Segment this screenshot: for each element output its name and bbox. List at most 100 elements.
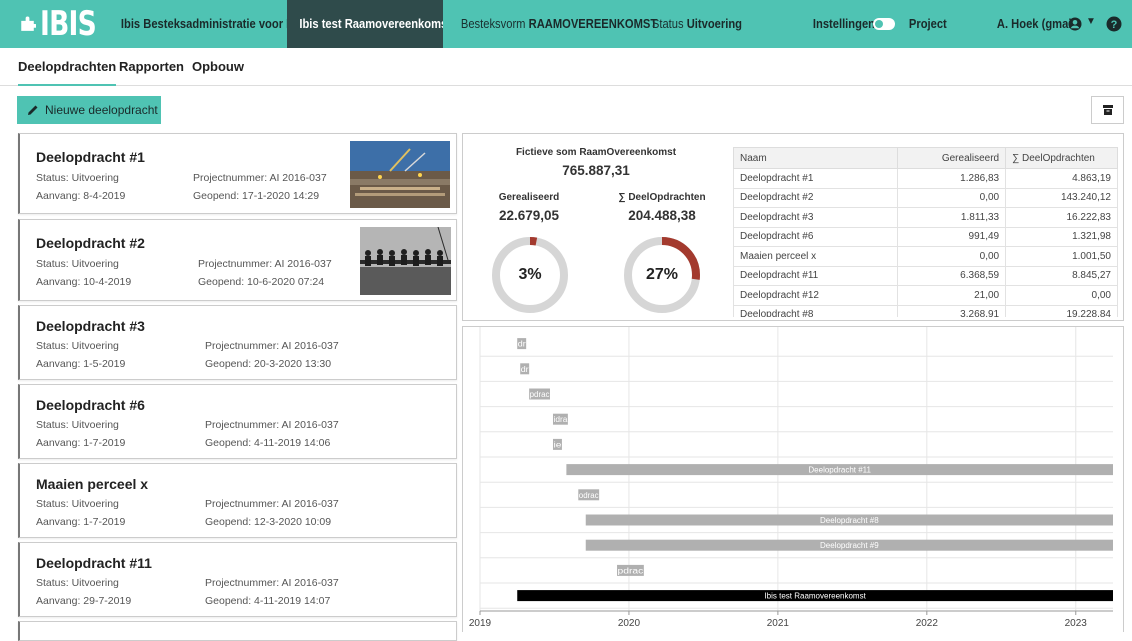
card-projectnummer: Projectnummer: AI 2016-037 xyxy=(205,577,339,589)
card-status: Status: Uitvoering xyxy=(36,172,119,184)
card-title: Deelopdracht #11 xyxy=(36,555,152,571)
construction-site-photo xyxy=(350,141,450,208)
table-row[interactable]: Deelopdracht #11 6.368,59 8.845,27 xyxy=(733,265,1118,286)
fictief-value: 765.887,31 xyxy=(562,163,630,178)
deelopdrachten-table: Naam Gerealiseerd ∑ DeelOpdrachten Deelo… xyxy=(733,147,1118,317)
x-tick-label: 2021 xyxy=(767,618,790,629)
fictief-label: Fictieve som RaamOvereenkomst xyxy=(515,147,677,158)
deelopdracht-card[interactable]: Deelopdracht #2 Status: Uitvoering Aanva… xyxy=(18,219,457,301)
timeline-bar-label: dr xyxy=(521,365,529,374)
timeline-bar-label: pdrac xyxy=(530,390,550,399)
timeline-bar-label: Deelopdracht #11 xyxy=(808,466,871,475)
timeline-chart: 2019 2020 2021 2022 2023 dr dr pdrac idra ie Deelo… xyxy=(462,326,1124,632)
svg-text:?: ? xyxy=(1111,19,1118,31)
table-row[interactable]: Deelopdracht #3 1.811,33 16.222,83 xyxy=(733,207,1118,228)
workers-on-beam-photo xyxy=(360,227,451,295)
x-tick-label: 2023 xyxy=(1065,618,1088,629)
deelopdracht-card-partial[interactable] xyxy=(18,621,457,641)
project-label[interactable]: Project xyxy=(902,0,954,48)
card-aanvang: Aanvang: 1-7-2019 xyxy=(36,437,126,449)
logo-text: IBIS xyxy=(40,4,97,44)
cell-gerealiseerd: 0,00 xyxy=(897,246,1007,267)
deelopdracht-card[interactable]: Deelopdracht #3 Status: Uitvoering Aanva… xyxy=(18,305,457,380)
cell-gerealiseerd: 6.368,59 xyxy=(897,265,1007,286)
card-aanvang: Aanvang: 1-7-2019 xyxy=(36,516,126,528)
cell-gerealiseerd: 1.811,33 xyxy=(897,207,1007,228)
deelopdracht-card[interactable]: Deelopdracht #1 Status: Uitvoering Aanva… xyxy=(18,133,457,214)
besteksvorm-info: Besteksvorm RAAMOVEREENKOMST xyxy=(454,0,664,48)
cell-gerealiseerd: 0,00 xyxy=(897,187,1007,208)
table-row[interactable]: Deelopdracht #6 991,49 1.321,98 xyxy=(733,226,1118,247)
card-status: Status: Uitvoering xyxy=(36,577,119,589)
timeline-bar-label: Deelopdracht #8 xyxy=(820,516,879,525)
x-tick-label: 2019 xyxy=(469,618,492,629)
cell-gerealiseerd: 21,00 xyxy=(897,285,1007,306)
timeline-bar-label: idra xyxy=(553,415,567,424)
cell-naam: Deelopdracht #12 xyxy=(733,285,899,306)
card-geopend: Geopend: 4-11-2019 14:06 xyxy=(205,437,331,449)
cell-deelopdrachten: 16.222,83 xyxy=(1005,207,1118,228)
col-naam[interactable]: Naam xyxy=(733,147,899,169)
card-title: Maaien perceel x xyxy=(36,476,149,492)
deelopdracht-card[interactable]: Deelopdracht #11 Status: Uitvoering Aanv… xyxy=(18,542,457,617)
timeline-bar-label: ie xyxy=(553,440,562,449)
table-row[interactable]: Maaien perceel x 0,00 1.001,50 xyxy=(733,246,1118,267)
card-title: Deelopdracht #1 xyxy=(36,149,145,165)
timeline-bar-label: odrac xyxy=(579,491,599,500)
archive-button[interactable] xyxy=(1091,96,1124,124)
timeline-bar-label: Ibis test Raamovereenkomst xyxy=(764,592,866,601)
timeline-svg: 2019 2020 2021 2022 2023 dr dr pdrac idra ie Deelo… xyxy=(469,327,1113,629)
deelopdracht-card[interactable]: Maaien perceel x Status: Uitvoering Aanv… xyxy=(18,463,457,538)
card-aanvang: Aanvang: 1-5-2019 xyxy=(36,358,126,370)
card-projectnummer: Projectnummer: AI 2016-037 xyxy=(198,258,332,270)
cell-naam: Deelopdracht #11 xyxy=(733,265,899,286)
new-deelopdracht-button[interactable]: Nieuwe deelopdracht xyxy=(17,96,161,124)
deelopdracht-card[interactable]: Deelopdracht #6 Status: Uitvoering Aanva… xyxy=(18,384,457,459)
table-row[interactable]: Deelopdracht #8 3.268,91 19.228,84 xyxy=(733,304,1118,317)
card-title: Deelopdracht #2 xyxy=(36,235,145,251)
status-info: Status Uitvoering xyxy=(645,0,749,48)
gerealiseerd-label: Gerealiseerd xyxy=(498,192,560,203)
ibis-logo[interactable]: IBIS xyxy=(0,0,112,48)
tab-deelopdrachten[interactable]: Deelopdrachten xyxy=(18,48,117,86)
card-geopend: Geopend: 17-1-2020 14:29 xyxy=(193,190,320,202)
deelopdrachten-value: 204.488,38 xyxy=(628,208,696,223)
besteksvorm-label: Besteksvorm xyxy=(460,16,526,31)
cell-naam: Deelopdracht #3 xyxy=(733,207,899,228)
card-geopend: Geopend: 10-6-2020 07:24 xyxy=(198,276,325,288)
card-aanvang: Aanvang: 8-4-2019 xyxy=(36,190,126,202)
cell-gerealiseerd: 991,49 xyxy=(897,226,1007,247)
deelopdrachten-label: ∑ DeelOpdrachten xyxy=(618,192,706,203)
project-toggle[interactable] xyxy=(873,18,895,30)
deelopdrachten-table-wrap[interactable]: Naam Gerealiseerd ∑ DeelOpdrachten Deelo… xyxy=(733,147,1118,317)
x-tick-label: 2020 xyxy=(618,618,641,629)
tab-rapporten[interactable]: Rapporten xyxy=(119,48,184,86)
table-row[interactable]: Deelopdracht #12 21,00 0,00 xyxy=(733,285,1118,306)
timeline-bar-label: pdrac xyxy=(618,566,644,575)
col-gerealiseerd[interactable]: Gerealiseerd xyxy=(897,147,1007,169)
archive-icon xyxy=(1102,105,1113,115)
table-row[interactable]: Deelopdracht #2 0,00 143.240,12 xyxy=(733,187,1118,208)
cell-deelopdrachten: 1.321,98 xyxy=(1005,226,1118,247)
user-caret-icon[interactable]: ▼ xyxy=(1086,16,1096,27)
x-tick-label: 2022 xyxy=(916,618,939,629)
cell-deelopdrachten: 1.001,50 xyxy=(1005,246,1118,267)
active-contract-tab[interactable]: Ibis test Raamovereenkomst xyxy=(287,0,443,48)
besteksvorm-value: RAAMOVEREENKOMST xyxy=(528,16,658,31)
help-icon[interactable]: ? xyxy=(1106,16,1122,32)
table-row[interactable]: Deelopdracht #1 1.286,83 4.863,19 xyxy=(733,168,1118,189)
settings-link[interactable]: Instellingen xyxy=(806,0,882,48)
card-projectnummer: Projectnummer: AI 2016-037 xyxy=(205,498,339,510)
cell-naam: Deelopdracht #6 xyxy=(733,226,899,247)
col-deelopdrachten[interactable]: ∑ DeelOpdrachten xyxy=(1005,147,1118,169)
user-circle-icon[interactable] xyxy=(1068,17,1082,31)
tab-opbouw[interactable]: Opbouw xyxy=(192,48,244,86)
cell-naam: Deelopdracht #2 xyxy=(733,187,899,208)
puzzle-logo-icon xyxy=(21,16,37,31)
cell-gerealiseerd: 3.268,91 xyxy=(897,304,1007,317)
cell-deelopdrachten: 19.228,84 xyxy=(1005,304,1118,317)
cell-deelopdrachten: 0,00 xyxy=(1005,285,1118,306)
card-projectnummer: Projectnummer: AI 2016-037 xyxy=(205,340,339,352)
status-value: Uitvoering xyxy=(686,16,742,31)
table-header-row: Naam Gerealiseerd ∑ DeelOpdrachten xyxy=(733,147,1118,169)
